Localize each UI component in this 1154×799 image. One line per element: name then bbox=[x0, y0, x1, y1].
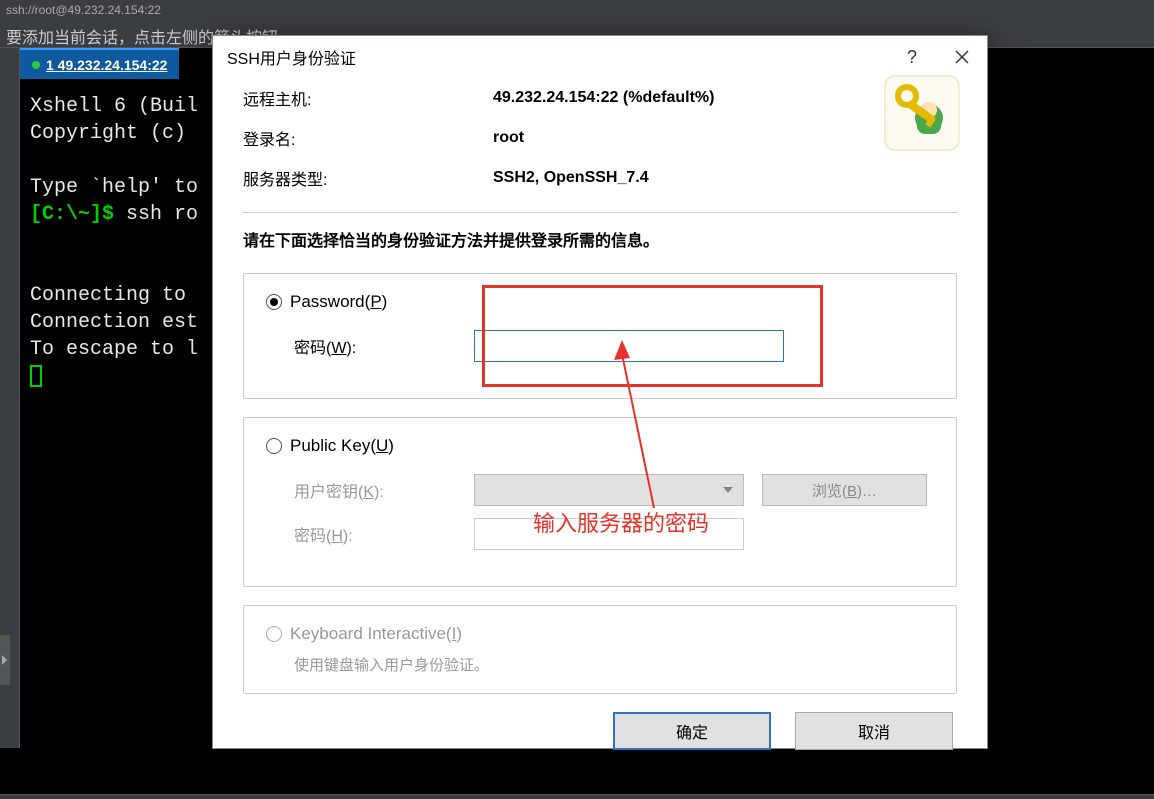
radio-password[interactable]: Password(P) bbox=[266, 292, 934, 312]
servertype-label: 服务器类型: bbox=[243, 166, 493, 190]
separator bbox=[243, 212, 957, 213]
radio-label: Password(P) bbox=[290, 292, 387, 312]
key-user-icon bbox=[883, 74, 961, 157]
close-button[interactable] bbox=[937, 36, 987, 78]
auth-instruction: 请在下面选择恰当的身份验证方法并提供登录所需的信息。 bbox=[243, 227, 957, 251]
password-label: 密码(W): bbox=[294, 334, 474, 358]
browse-button: 浏览(B)… bbox=[762, 474, 927, 506]
keyboard-note: 使用键盘输入用户身份验证。 bbox=[294, 654, 934, 675]
tab-bar: 1 49.232.24.154:22 bbox=[20, 48, 179, 79]
session-tab[interactable]: 1 49.232.24.154:22 bbox=[20, 48, 179, 79]
host-label: 远程主机: bbox=[243, 86, 493, 110]
password-input[interactable] bbox=[474, 330, 784, 362]
cursor-icon bbox=[30, 365, 42, 387]
annotation-text: 输入服务器的密码 bbox=[533, 506, 709, 538]
cancel-button[interactable]: 取消 bbox=[795, 712, 953, 750]
bottom-border bbox=[0, 794, 1154, 799]
userkey-combo bbox=[474, 474, 744, 506]
radio-publickey[interactable]: Public Key(U) bbox=[266, 436, 934, 456]
password-method-group: Password(P) 密码(W): bbox=[243, 273, 957, 399]
radio-icon bbox=[266, 294, 282, 310]
radio-label: Public Key(U) bbox=[290, 436, 394, 456]
window-titlebar: ssh://root@49.232.24.154:22 bbox=[0, 0, 1154, 20]
radio-keyboard: Keyboard Interactive(I) bbox=[266, 624, 934, 644]
servertype-value: SSH2, OpenSSH_7.4 bbox=[493, 169, 957, 187]
dialog-title: SSH用户身份验证 bbox=[227, 45, 887, 69]
connection-info: 远程主机: 49.232.24.154:22 (%default%) 登录名: … bbox=[243, 86, 957, 190]
title-text: ssh://root@49.232.24.154:22 bbox=[6, 3, 161, 17]
userkey-label: 用户密钥(K): bbox=[294, 478, 474, 502]
status-dot-icon bbox=[32, 61, 40, 69]
passphrase-label: 密码(H): bbox=[294, 522, 474, 546]
help-button[interactable]: ? bbox=[887, 36, 937, 78]
radio-icon bbox=[266, 438, 282, 454]
radio-label: Keyboard Interactive(I) bbox=[290, 624, 462, 644]
ok-button[interactable]: 确定 bbox=[613, 712, 771, 750]
dialog-titlebar: SSH用户身份验证 ? bbox=[213, 36, 987, 78]
dialog-button-row: 确定 取消 bbox=[243, 712, 957, 750]
radio-icon bbox=[266, 626, 282, 642]
publickey-method-group: Public Key(U) 用户密钥(K): 浏览(B)… 密码(H): bbox=[243, 417, 957, 587]
user-label: 登录名: bbox=[243, 126, 493, 150]
panel-expand-handle[interactable] bbox=[0, 635, 10, 685]
keyboard-method-group: Keyboard Interactive(I) 使用键盘输入用户身份验证。 bbox=[243, 605, 957, 694]
tab-label: 1 49.232.24.154:22 bbox=[46, 57, 167, 73]
ssh-auth-dialog: SSH用户身份验证 ? 远程主机: 49.232.24.154:22 (%def… bbox=[212, 35, 988, 749]
close-icon bbox=[955, 50, 969, 64]
